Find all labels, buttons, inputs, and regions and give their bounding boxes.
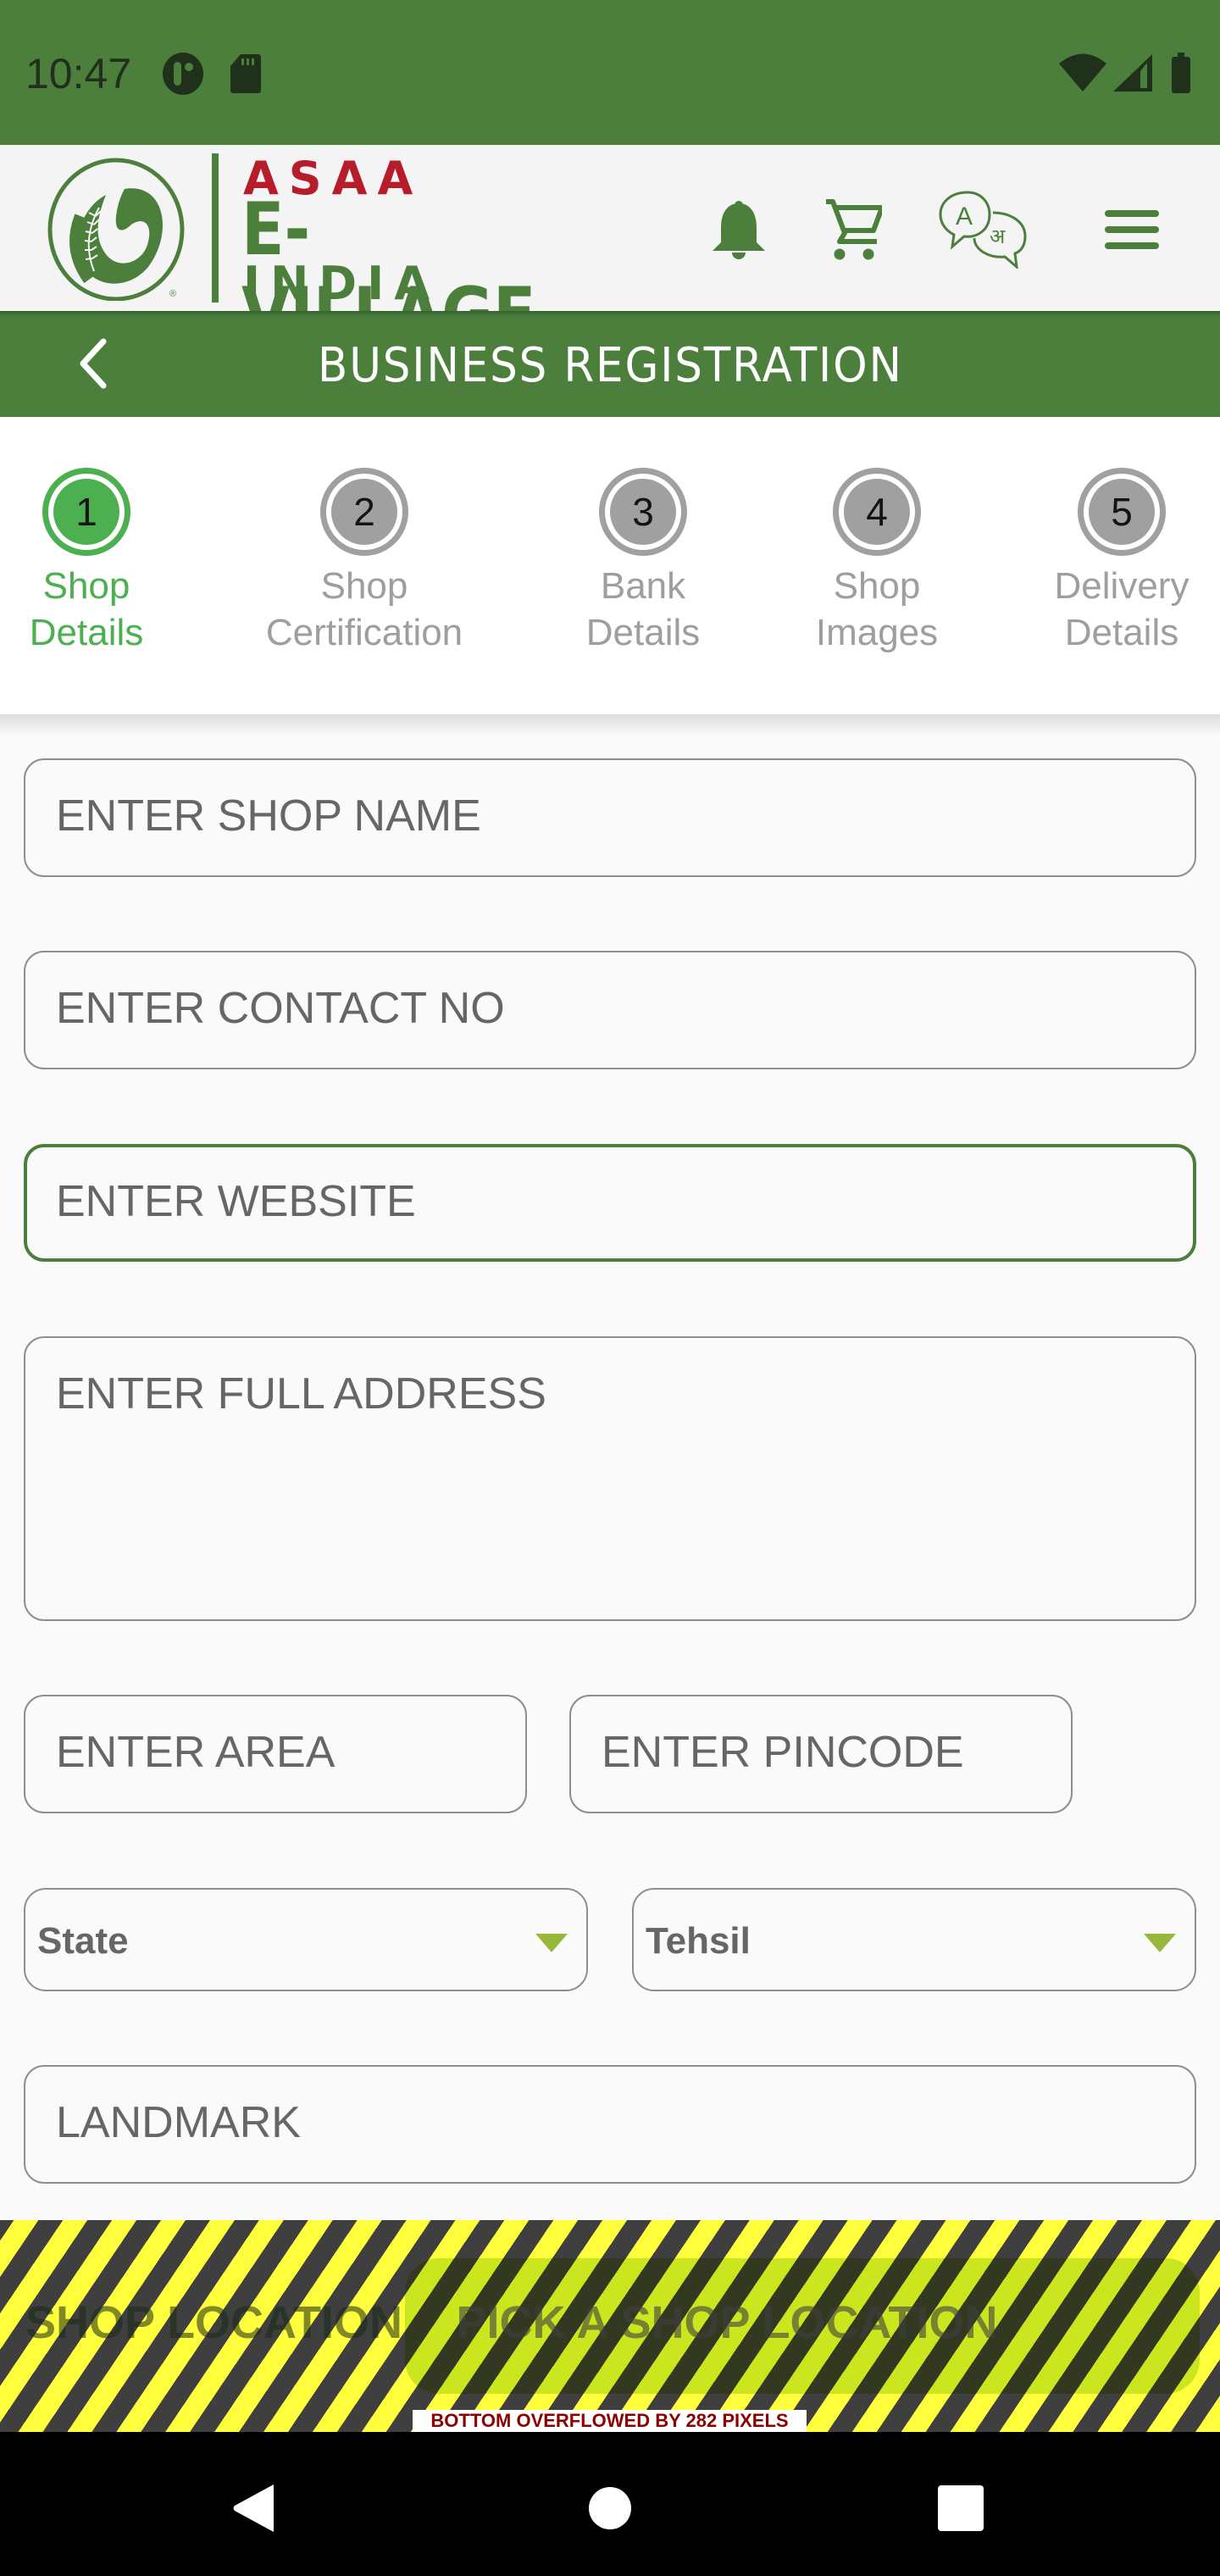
step-label-line1: Shop [833, 565, 921, 607]
status-bar: 10:47 [0, 0, 1220, 145]
bell-icon [713, 201, 765, 259]
nav-home-icon [589, 2487, 631, 2529]
registration-stepper: 1 Shop Details 2 Shop Certification 3 Bank… [0, 417, 1220, 714]
step-number: 2 [331, 479, 397, 545]
step-indicator: 2 [320, 468, 408, 556]
pick-shop-location-label: PICK A SHOP LOCATION [456, 2297, 998, 2348]
notifications-button[interactable] [696, 187, 781, 272]
step-indicator: 5 [1078, 468, 1166, 556]
page-title-text: BUSINESS REGISTRATION [317, 338, 903, 393]
shop-location-label: SHOP LOCATION [25, 2297, 403, 2348]
website-placeholder: ENTER WEBSITE [56, 1177, 416, 1226]
cart-icon [826, 199, 882, 260]
step-shop-images[interactable]: 4 Shop Images [750, 468, 1004, 656]
step-label-line2: Details [29, 612, 144, 653]
battery-icon [1172, 53, 1190, 93]
sd-card-icon [230, 54, 261, 93]
app-header: ® ASAA E-VILLAGE INDIA A अ [0, 145, 1220, 357]
step-number: 1 [53, 479, 119, 545]
shop-name-placeholder: ENTER SHOP NAME [56, 791, 481, 841]
step-label: Bank Details [586, 563, 701, 656]
cell-signal-icon [1113, 54, 1152, 92]
language-button[interactable]: A अ [932, 187, 1034, 272]
contact-no-placeholder: ENTER CONTACT NO [56, 984, 505, 1033]
nav-recents-icon [938, 2485, 984, 2531]
step-number: 5 [1089, 479, 1155, 545]
step-delivery-details[interactable]: 5 Delivery Details [995, 468, 1220, 656]
landmark-placeholder: LANDMARK [56, 2098, 301, 2147]
dropdown-arrow-icon [535, 1934, 568, 1952]
cart-button[interactable] [812, 187, 896, 272]
step-indicator: 4 [833, 468, 921, 556]
step-bank-details[interactable]: 3 Bank Details [516, 468, 770, 656]
menu-icon [1105, 210, 1159, 249]
nav-back-icon [233, 2484, 274, 2532]
step-label: Shop Certification [266, 563, 463, 656]
overflow-indicator: SHOP LOCATION PICK A SHOP LOCATION BOTTO… [0, 2220, 1220, 2432]
nav-recents-button[interactable] [927, 2474, 995, 2542]
step-label-line2: Certification [265, 612, 463, 653]
shop-name-input[interactable]: ENTER SHOP NAME [24, 758, 1196, 877]
pincode-input[interactable]: ENTER PINCODE [569, 1695, 1073, 1813]
stepper-shadow [0, 714, 1220, 735]
translate-glyph-a: A [956, 203, 973, 230]
step-label: Shop Images [816, 563, 938, 656]
step-indicator: 3 [599, 468, 687, 556]
tehsil-selected-value: Tehsil [646, 1920, 751, 1962]
contact-no-input[interactable]: ENTER CONTACT NO [24, 951, 1196, 1069]
title-bar: BUSINESS REGISTRATION [0, 311, 1220, 417]
translate-glyph-hi: अ [990, 225, 1006, 248]
full-address-placeholder: ENTER FULL ADDRESS [56, 1369, 546, 1418]
step-label-line2: Details [585, 612, 701, 653]
step-label: Shop Details [30, 563, 144, 656]
step-label-line2: Details [1064, 612, 1179, 653]
step-label-line1: Shop [320, 565, 408, 607]
logo-divider [212, 153, 219, 303]
state-selected-value: State [37, 1920, 129, 1962]
menu-button[interactable] [1090, 187, 1174, 272]
step-label-line1: Delivery [1054, 565, 1190, 607]
status-time: 10:47 [25, 50, 132, 97]
step-label-line2: Images [815, 612, 939, 653]
page-title: BUSINESS REGISTRATION [0, 338, 1220, 393]
nav-home-button[interactable] [576, 2474, 644, 2542]
tehsil-dropdown[interactable]: Tehsil [632, 1888, 1196, 1991]
step-label-line1: Bank [600, 565, 686, 607]
area-input[interactable]: ENTER AREA [24, 1695, 527, 1813]
step-number: 4 [844, 479, 910, 545]
wifi-icon [1059, 53, 1106, 92]
step-indicator: 1 [42, 468, 130, 556]
system-nav-bar [0, 2432, 1220, 2576]
step-number: 3 [610, 479, 676, 545]
brand-logo[interactable]: ® ASAA E-VILLAGE INDIA [0, 145, 610, 357]
app-notification-icon [163, 53, 203, 95]
dropdown-arrow-icon [1144, 1934, 1176, 1952]
state-dropdown[interactable]: State [24, 1888, 588, 1991]
landmark-input[interactable]: LANDMARK [24, 2065, 1196, 2184]
step-label-line1: Shop [42, 565, 130, 607]
translate-icon: A अ [939, 191, 1027, 269]
registered-mark: ® [169, 289, 176, 299]
step-shop-details[interactable]: 1 Shop Details [0, 468, 214, 656]
website-input[interactable]: ENTER WEBSITE [24, 1144, 1196, 1262]
full-address-textarea[interactable]: ENTER FULL ADDRESS [24, 1336, 1196, 1621]
nav-back-button[interactable] [220, 2474, 288, 2542]
brand-name-line3: INDIA [243, 257, 440, 310]
logo-emblem-icon: ® [47, 158, 185, 301]
area-placeholder: ENTER AREA [56, 1728, 336, 1777]
step-label: Delivery Details [1055, 563, 1190, 656]
overflow-warning-text: BOTTOM OVERFLOWED BY 282 PIXELS [413, 2410, 807, 2432]
pincode-placeholder: ENTER PINCODE [602, 1728, 964, 1777]
step-shop-certification[interactable]: 2 Shop Certification [237, 468, 491, 656]
